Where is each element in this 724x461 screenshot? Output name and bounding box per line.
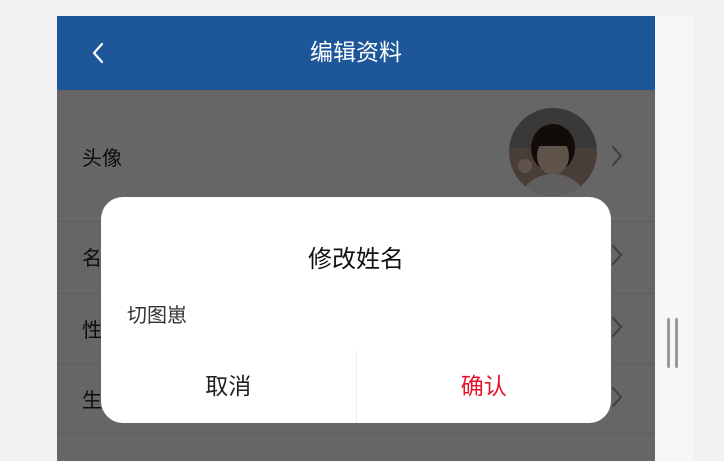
scrollbar-track[interactable]	[655, 16, 693, 461]
nav-bar: 编辑资料	[57, 16, 655, 90]
dialog-actions: 取消 确认	[101, 351, 611, 423]
name-input[interactable]	[127, 298, 585, 328]
rename-dialog: 修改姓名 取消 确认	[101, 197, 611, 423]
scrollbar-grip[interactable]	[667, 318, 681, 368]
page-title: 编辑资料	[310, 40, 402, 66]
cancel-button[interactable]: 取消	[101, 351, 356, 423]
confirm-button[interactable]: 确认	[357, 351, 612, 423]
dialog-title: 修改姓名	[308, 245, 404, 273]
